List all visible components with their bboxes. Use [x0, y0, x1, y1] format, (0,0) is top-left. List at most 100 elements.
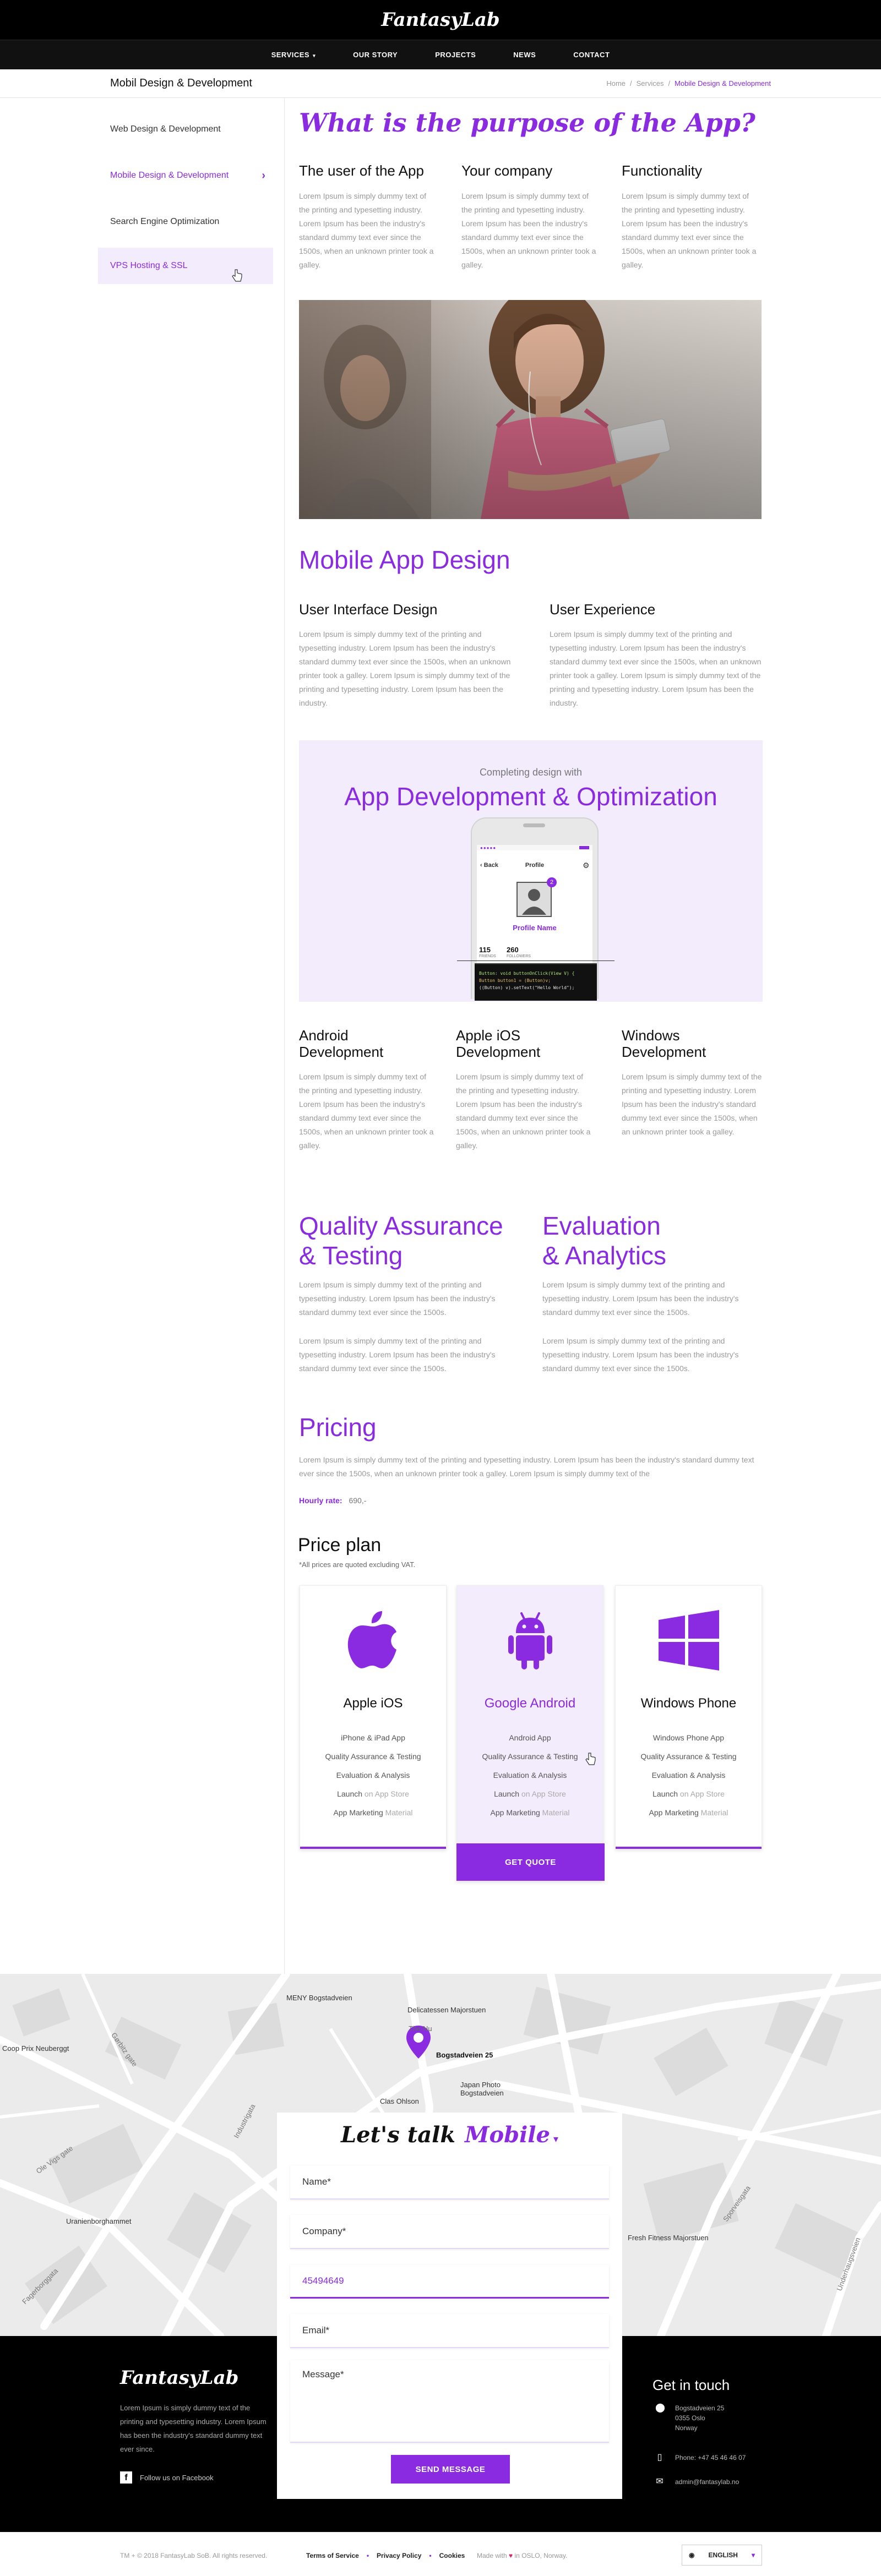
sidebar-item-web-design[interactable]: Web Design & Development: [98, 111, 273, 148]
phone-field[interactable]: 45494649: [290, 2264, 609, 2299]
plan-feature-text: Launch: [494, 1789, 520, 1798]
phone-speaker: [523, 823, 545, 827]
heart-icon: ♥: [509, 2552, 513, 2559]
chevron-right-icon: ›: [262, 170, 265, 182]
breadcrumb-home[interactable]: Home: [606, 79, 626, 88]
followers-label: FOLLOWERS: [507, 954, 531, 958]
sidebar-item-vps-hosting[interactable]: VPS Hosting & SSL: [98, 248, 273, 284]
nav-services[interactable]: SERVICES ▾: [271, 51, 316, 59]
plan-feature-text: Windows Phone App: [652, 1733, 725, 1742]
language-label: ENGLISH: [708, 2551, 738, 2559]
plan-feature-text: App Marketing: [490, 1808, 540, 1817]
nav-news[interactable]: NEWS: [513, 51, 536, 59]
address-line: 0355 Oslo: [675, 2414, 705, 2422]
terms-link[interactable]: Terms of Service: [306, 2552, 359, 2559]
address-line: Bogstadveien 25: [675, 2404, 725, 2412]
plan-feature-dim: Material: [383, 1808, 413, 1817]
plan-title-windows: Windows Phone: [640, 1696, 737, 1711]
purpose-text-company: Lorem Ipsum is simply dummy text of the …: [461, 192, 596, 269]
email-field[interactable]: Email*: [290, 2314, 609, 2348]
plan-feature-text: Android App: [509, 1733, 551, 1742]
map-pin-label: Bogstadveien 25: [436, 2051, 493, 2059]
apple-icon: [300, 1608, 446, 1676]
footer-phone[interactable]: ▯ Phone: +47 45 46 46 07: [655, 2453, 746, 2463]
plan-feature-text: Quality Assurance & Testing: [325, 1752, 421, 1761]
purpose-title: What is the purpose of the App?: [299, 108, 755, 138]
windows-icon: [616, 1608, 762, 1676]
page-title: Mobil Design & Development: [110, 77, 252, 89]
footer-phone-label: Phone: +47 45 46 46 07: [675, 2454, 746, 2462]
privacy-link[interactable]: Privacy Policy: [377, 2552, 421, 2559]
footer-email-label: admin@fantasylab.no: [675, 2478, 739, 2486]
windows-dev-heading: Windows Development: [622, 1027, 706, 1060]
message-field[interactable]: Message*: [290, 2360, 609, 2443]
promo-title: App Development & Optimization: [344, 782, 717, 811]
plan-card-accent: [300, 1847, 446, 1849]
plan-feature: iPhone & iPad App: [300, 1733, 446, 1742]
sidebar-item-mobile-design[interactable]: Mobile Design & Development ›: [98, 157, 273, 194]
get-quote-button[interactable]: GET QUOTE: [456, 1843, 605, 1881]
company-field[interactable]: Company*: [290, 2215, 609, 2249]
avatar: [516, 882, 552, 917]
plan-feature: Launch on App Store: [457, 1789, 603, 1798]
sidebar-item-seo[interactable]: Search Engine Optimization: [98, 204, 273, 240]
footer-email[interactable]: ✉ admin@fantasylab.no: [655, 2477, 739, 2487]
sidebar-item-label: Mobile Design & Development: [110, 171, 229, 180]
nav-projects[interactable]: PROJECTS: [435, 51, 476, 59]
purpose-heading-user: The user of the App: [299, 162, 424, 179]
eval-title-line2: & Analytics: [542, 1241, 666, 1270]
plan-feature-text: Launch: [652, 1789, 678, 1798]
contact-topic-selector[interactable]: Mobile ▾: [465, 2122, 558, 2148]
cookies-link[interactable]: Cookies: [439, 2552, 465, 2559]
price-plan-title: Price plan: [298, 1535, 382, 1556]
phone-icon: ▯: [657, 2453, 662, 2462]
footer-address: ⬤ Bogstadveien 25 0355 Oslo Norway: [655, 2403, 724, 2433]
qa-text-2: Lorem Ipsum is simply dummy text of the …: [299, 1336, 496, 1373]
plan-feature: Quality Assurance & Testing: [457, 1752, 603, 1761]
eval-title: Evaluation & Analytics: [542, 1211, 666, 1270]
made-with-suffix: in OSLO, Norway.: [514, 2552, 568, 2559]
hourly-rate: Hourly rate: 690,-: [299, 1496, 366, 1505]
windows-dev-text: Lorem Ipsum is simply dummy text of the …: [622, 1072, 762, 1136]
plan-feature-text: App Marketing: [649, 1808, 699, 1817]
site-logo[interactable]: FantasyLab: [0, 9, 881, 31]
code-line-2: Button button1 = (Button)v;: [479, 978, 551, 983]
made-with: Made with ♥ in OSLO, Norway.: [477, 2552, 567, 2559]
plan-feature-dim: on App Store: [362, 1789, 409, 1798]
language-selector[interactable]: ◉ ENGLISH ▾: [682, 2545, 762, 2566]
code-line-3: ((Button) v).setText("Hello World");: [479, 985, 575, 990]
android-dev-heading: Android Development: [299, 1027, 384, 1060]
plan-feature-text: Quality Assurance & Testing: [482, 1752, 578, 1761]
separator-dot: •: [429, 2552, 432, 2559]
plan-feature-text: Evaluation & Analysis: [651, 1771, 726, 1780]
ios-dev-heading: Apple iOS Development: [456, 1027, 541, 1060]
nav-our-story[interactable]: OUR STORY: [353, 51, 398, 59]
map-label: MENY Bogstadveien: [286, 1994, 352, 2002]
woman-with-phone-image: [299, 300, 762, 519]
nav-contact[interactable]: CONTACT: [573, 51, 610, 59]
send-message-button[interactable]: SEND MESSAGE: [391, 2455, 510, 2484]
eval-text-1: Lorem Ipsum is simply dummy text of the …: [542, 1280, 739, 1317]
plan-feature-dim: on App Store: [678, 1789, 725, 1798]
contact-topic-label: Mobile: [465, 2122, 550, 2148]
plan-feature-dim: on App Store: [519, 1789, 566, 1798]
breadcrumb-services[interactable]: Services: [637, 79, 664, 88]
copyright: TM + © 2018 FantasyLab SoB. All rights r…: [120, 2552, 268, 2559]
plan-feature-text: Quality Assurance & Testing: [640, 1752, 737, 1761]
sidebar-divider: [284, 98, 285, 1974]
plan-card-apple: Apple iOS iPhone & iPad App Quality Assu…: [300, 1585, 447, 1849]
main-nav: SERVICES ▾ OUR STORY PROJECTS NEWS CONTAC…: [0, 51, 881, 59]
map-label: Japan Photo Bogstadveien: [460, 2081, 504, 2097]
facebook-link[interactable]: f Follow us on Facebook: [120, 2471, 214, 2484]
purpose-heading-company: Your company: [461, 162, 553, 179]
legal-links: Terms of Service • Privacy Policy • Cookie…: [306, 2552, 465, 2559]
ux-text: Lorem Ipsum is simply dummy text of the …: [550, 630, 762, 707]
name-field[interactable]: Name*: [290, 2165, 609, 2200]
chevron-down-icon: ▾: [553, 2133, 558, 2145]
breadcrumb-separator: /: [630, 79, 632, 88]
plan-feature: Android App: [457, 1733, 603, 1742]
footer-logo[interactable]: FantasyLab: [120, 2367, 238, 2389]
code-line-1: Button: void buttonOnClick(View V) {: [479, 971, 575, 976]
plan-feature: Quality Assurance & Testing: [616, 1752, 762, 1761]
qa-title-line2: & Testing: [299, 1241, 403, 1270]
